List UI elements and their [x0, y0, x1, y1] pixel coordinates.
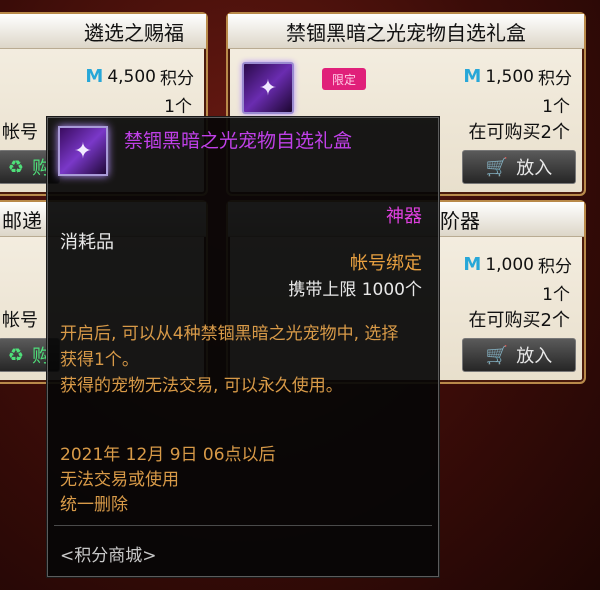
- tooltip-carry-limit: 携带上限 1000个: [288, 280, 422, 300]
- expiry-line: 2021年 12月 9日 06点以后: [60, 445, 276, 465]
- expiry-line: 统一删除: [60, 495, 128, 515]
- tooltip-title: 禁锢黑暗之光宠物自选礼盒: [124, 130, 353, 152]
- expiry-line: 无法交易或使用: [60, 470, 179, 490]
- limit-text: 帐号: [2, 122, 38, 143]
- tooltip-item-type: 消耗品: [60, 232, 114, 253]
- quantity: 1个: [164, 97, 192, 117]
- limit-text: 在可购买2个: [468, 310, 570, 331]
- price-value: 4,500: [107, 66, 156, 87]
- cart-icon: ♻: [7, 344, 25, 366]
- put-in-button[interactable]: 🛒 放入: [462, 150, 576, 184]
- description-line: 开启后, 可以从4种禁锢黑暗之光宠物中, 选择获得1个。: [60, 324, 399, 370]
- pet-box-icon: ✦: [58, 126, 108, 176]
- description-line: 获得的宠物无法交易, 可以永久使用。: [60, 376, 343, 396]
- price-unit: 积分: [160, 69, 194, 89]
- put-in-button[interactable]: 🛒 放入: [462, 338, 576, 372]
- divider: [54, 525, 432, 526]
- item-title: 禁锢黑暗之光宠物自选礼盒: [228, 14, 584, 49]
- put-label: 放入: [516, 346, 553, 367]
- limited-badge: 限定: [322, 68, 366, 90]
- price-row: M 1,500 积分: [463, 64, 572, 89]
- tooltip-expiry: 2021年 12月 9日 06点以后 无法交易或使用 统一删除: [60, 443, 410, 518]
- limit-text: 帐号: [2, 310, 38, 331]
- tooltip-description: 开启后, 可以从4种禁锢黑暗之光宠物中, 选择获得1个。 获得的宠物无法交易, …: [60, 321, 410, 399]
- quantity: 1个: [542, 285, 570, 305]
- quantity: 1个: [542, 97, 570, 117]
- pet-box-icon: ✦: [242, 62, 294, 114]
- price-unit: 积分: [538, 257, 572, 277]
- limit-text: 在可购买2个: [468, 122, 570, 143]
- cart-icon: ♻: [7, 156, 25, 178]
- price-row: M 4,500 积分: [85, 64, 194, 89]
- price-row: M 1,000 积分: [463, 252, 572, 277]
- tooltip-bind-status: 帐号绑定: [350, 253, 422, 274]
- item-title: 遴选之赐福: [0, 14, 206, 49]
- game-shop-screen: 遴选之赐福 M 4,500 积分 1个 帐号 ♻ 购 禁锢黑暗之光宠物自选礼盒 …: [0, 0, 600, 590]
- mileage-icon: M: [463, 254, 482, 275]
- price-value: 1,500: [485, 66, 534, 87]
- tooltip-grade: 神器: [386, 206, 422, 227]
- mileage-icon: M: [463, 66, 482, 87]
- price-value: 1,000: [485, 254, 534, 275]
- put-label: 放入: [516, 158, 553, 179]
- mileage-icon: M: [85, 66, 104, 87]
- tooltip-source: <积分商城>: [60, 546, 157, 566]
- item-tooltip: ✦ 禁锢黑暗之光宠物自选礼盒 神器 消耗品 帐号绑定 携带上限 1000个 开启…: [47, 117, 439, 577]
- price-unit: 积分: [538, 69, 572, 89]
- cart-icon: 🛒: [485, 344, 509, 366]
- cart-icon: 🛒: [485, 156, 509, 178]
